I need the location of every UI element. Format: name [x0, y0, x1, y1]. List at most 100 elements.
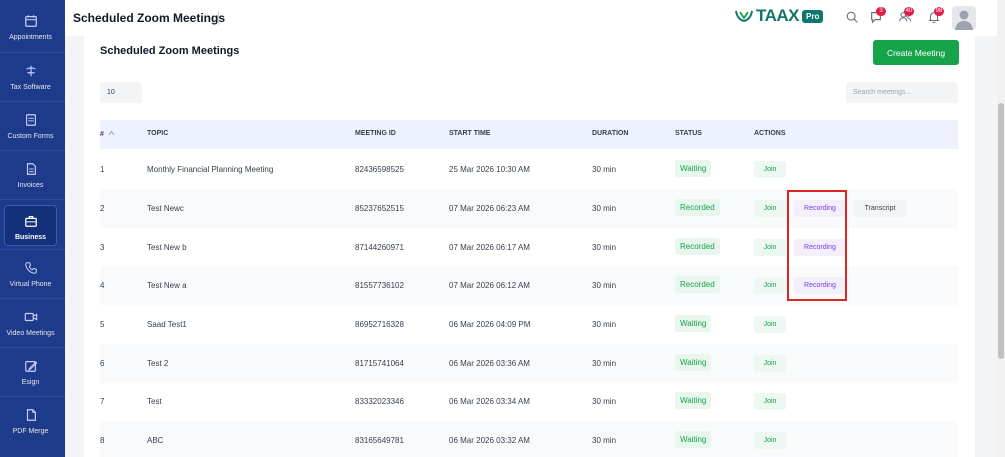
- row-duration: 30 min: [592, 204, 617, 213]
- sidebar-label-video-meetings: Video Meetings: [6, 330, 55, 337]
- sidebar: Appointments Tax Software Custom Forms I…: [0, 0, 65, 457]
- sidebar-label-esign: Esign: [21, 379, 40, 386]
- sidebar-divider: [0, 199, 65, 200]
- transcript-button[interactable]: Transcript: [854, 200, 906, 217]
- sort-ascending-icon[interactable]: [108, 130, 115, 136]
- row-start-time: 07 Mar 2026 06:12 AM: [449, 281, 530, 290]
- sidebar-divider: [0, 347, 65, 348]
- header-title: Scheduled Zoom Meetings: [73, 11, 226, 25]
- join-button[interactable]: Join: [754, 316, 786, 333]
- page-size-select[interactable]: 10: [100, 82, 142, 103]
- logo-pro-badge: Pro: [802, 9, 824, 23]
- sidebar-divider: [0, 150, 65, 151]
- status-badge: Waiting: [675, 315, 712, 332]
- sidebar-item-esign[interactable]: Esign: [4, 349, 57, 390]
- laurel-logo-icon: [735, 10, 753, 23]
- row-duration: 30 min: [592, 243, 617, 252]
- table-row: 5 Saad Test1 86952716328 06 Mar 2026 04:…: [100, 305, 958, 344]
- row-topic: Test Newc: [147, 204, 184, 213]
- table-row: 7 Test 83332023346 06 Mar 2026 03:34 AM …: [100, 382, 958, 421]
- row-duration: 30 min: [592, 320, 617, 329]
- sidebar-label-tax-software: Tax Software: [10, 84, 51, 91]
- row-topic: ABC: [147, 436, 164, 445]
- row-topic: Test New a: [147, 281, 187, 290]
- row-meeting-id: 87144260971: [355, 243, 404, 252]
- calendar-icon: [24, 15, 37, 27]
- messages-badge: 3: [876, 7, 886, 16]
- users-badge: 40: [904, 7, 914, 16]
- search-input[interactable]: [846, 82, 958, 103]
- table-row: 6 Test 2 81715741064 06 Mar 2026 03:36 A…: [100, 344, 958, 383]
- column-header-topic[interactable]: TOPIC: [147, 130, 168, 137]
- column-header-meeting-id[interactable]: MEETING ID: [355, 130, 396, 137]
- join-button[interactable]: Join: [754, 432, 786, 449]
- column-header-number[interactable]: #: [100, 130, 115, 138]
- row-duration: 30 min: [592, 281, 617, 290]
- status-badge: Waiting: [675, 431, 712, 448]
- row-number: 5: [100, 320, 105, 329]
- status-badge: Recorded: [675, 276, 720, 293]
- row-start-time: 06 Mar 2026 03:34 AM: [449, 397, 530, 406]
- create-meeting-button[interactable]: Create Meeting: [873, 40, 959, 65]
- sidebar-item-video-meetings[interactable]: Video Meetings: [4, 300, 57, 341]
- row-meeting-id: 83332023346: [355, 397, 404, 406]
- join-button[interactable]: Join: [754, 239, 786, 256]
- scrollbar-thumb[interactable]: [998, 103, 1004, 359]
- phone-icon: [24, 262, 37, 274]
- row-number: 2: [100, 204, 105, 213]
- join-button[interactable]: Join: [754, 277, 786, 294]
- row-topic: Saad Test1: [147, 320, 187, 329]
- row-number: 4: [100, 281, 105, 290]
- sidebar-divider: [0, 298, 65, 299]
- column-header-duration[interactable]: DURATION: [592, 130, 628, 137]
- column-header-status[interactable]: STATUS: [675, 130, 702, 137]
- column-header-start-time[interactable]: START TIME: [449, 130, 490, 137]
- sidebar-item-appointments[interactable]: Appointments: [4, 4, 57, 45]
- row-start-time: 06 Mar 2026 03:32 AM: [449, 436, 530, 445]
- logo-text: TAAX: [756, 6, 800, 25]
- row-start-time: 07 Mar 2026 06:17 AM: [449, 243, 530, 252]
- sidebar-divider: [0, 396, 65, 397]
- sidebar-item-business[interactable]: Business: [4, 205, 57, 246]
- sidebar-item-tax-software[interactable]: Tax Software: [4, 54, 57, 95]
- row-start-time: 06 Mar 2026 03:36 AM: [449, 359, 530, 368]
- row-number: 8: [100, 436, 105, 445]
- avatar-silhouette-icon: [955, 10, 973, 30]
- row-meeting-id: 86952716328: [355, 320, 404, 329]
- row-duration: 30 min: [592, 165, 617, 174]
- row-topic: Monthly Financial Planning Meeting: [147, 165, 274, 174]
- status-badge: Waiting: [675, 392, 712, 409]
- form-icon: [25, 114, 36, 126]
- page-title: Scheduled Zoom Meetings: [100, 45, 240, 57]
- sidebar-item-custom-forms[interactable]: Custom Forms: [4, 103, 57, 144]
- row-number: 7: [100, 397, 105, 406]
- row-start-time: 06 Mar 2026 04:09 PM: [449, 320, 531, 329]
- user-avatar[interactable]: [952, 6, 976, 30]
- sidebar-divider: [0, 101, 65, 102]
- join-button[interactable]: Join: [754, 393, 786, 410]
- header-divider: [218, 11, 219, 25]
- table-header: # TOPIC MEETING ID START TIME DURATION S…: [100, 120, 958, 149]
- row-duration: 30 min: [592, 436, 617, 445]
- page-scrollbar[interactable]: [997, 0, 1005, 457]
- sidebar-label-business: Business: [14, 234, 47, 241]
- sidebar-label-custom-forms: Custom Forms: [7, 133, 54, 140]
- taax-pro-logo[interactable]: TAAX Pro: [734, 6, 824, 25]
- row-start-time: 07 Mar 2026 06:23 AM: [449, 204, 530, 213]
- sidebar-label-invoices: Invoices: [17, 182, 44, 189]
- join-button[interactable]: Join: [754, 355, 786, 372]
- sidebar-item-invoices[interactable]: Invoices: [4, 152, 57, 193]
- pdf-merge-icon: [26, 409, 36, 421]
- row-topic: Test 2: [147, 359, 169, 368]
- row-duration: 30 min: [592, 359, 617, 368]
- sidebar-item-virtual-phone[interactable]: Virtual Phone: [4, 251, 57, 292]
- recording-highlight-box: [787, 190, 847, 301]
- row-meeting-id: 81557736102: [355, 281, 404, 290]
- join-button[interactable]: Join: [754, 200, 786, 217]
- join-button[interactable]: Join: [754, 161, 786, 178]
- search-icon[interactable]: [845, 10, 859, 24]
- column-header-actions: ACTIONS: [754, 130, 786, 137]
- esign-icon: [24, 361, 37, 372]
- sidebar-label-appointments: Appointments: [9, 34, 52, 41]
- sidebar-item-pdf-merge[interactable]: PDF Merge: [4, 398, 57, 439]
